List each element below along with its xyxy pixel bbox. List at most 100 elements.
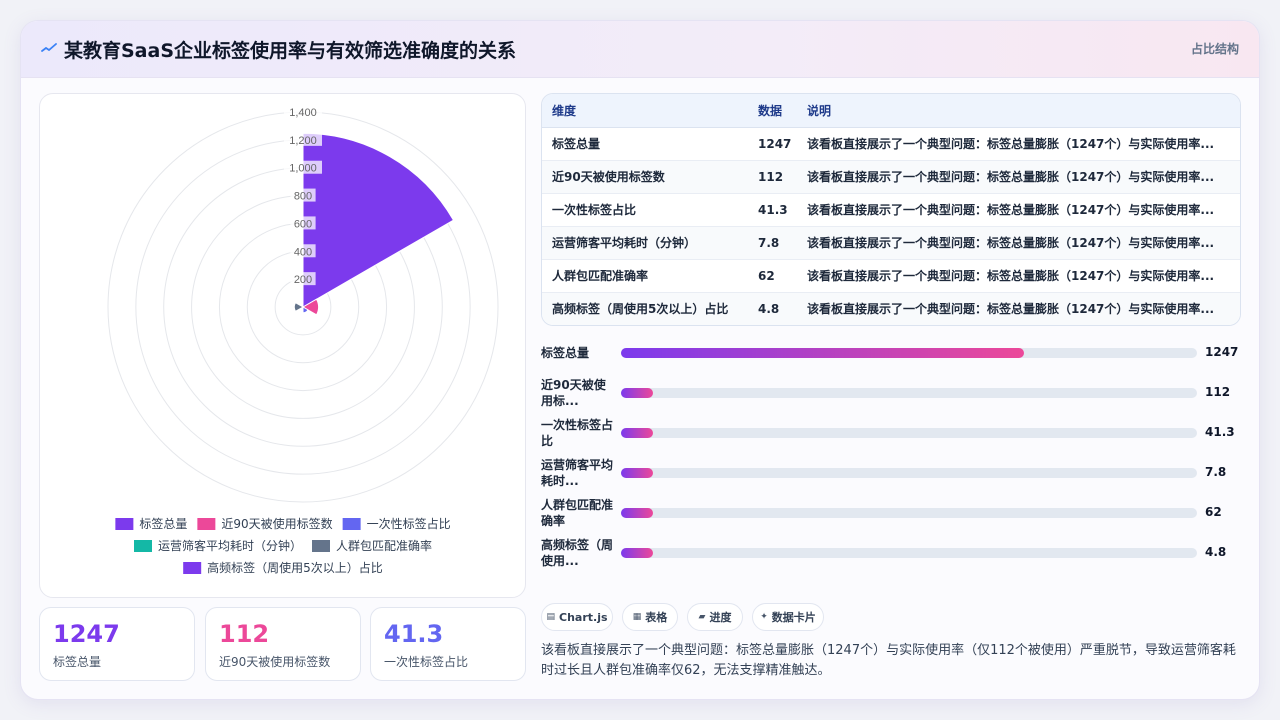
legend-label[interactable]: 标签总量	[139, 516, 187, 531]
legend-label[interactable]: 运营筛客平均耗时（分钟）	[158, 538, 302, 553]
legend-swatch[interactable]	[312, 540, 331, 552]
kpi-card: 1247 标签总量	[39, 607, 195, 681]
legend-swatch[interactable]	[133, 540, 152, 552]
legend-label[interactable]: 近90天被使用标签数	[221, 516, 332, 531]
chip-datacard[interactable]: ✦ 数据卡片	[752, 603, 824, 631]
progress-label: 人群包匹配准 确率	[541, 498, 614, 528]
chip-table[interactable]: ▦ 表格	[622, 603, 678, 631]
dashboard-card: 某教育SaaS企业标签使用率与有效筛选准确度的关系 占比结构 200 400 600…	[20, 20, 1260, 700]
tick-label: 800	[294, 191, 312, 203]
column-header: 维度	[542, 94, 748, 128]
tick-label: 400	[294, 246, 312, 258]
table-header-row: 维度 数据 说明	[542, 94, 1240, 128]
polar-chart-panel: 200 400 600 800 1,000 1,200 1,400 标签总量 近90天被使用标签…	[39, 93, 526, 598]
table-icon: ▦	[632, 612, 642, 622]
progress-track	[621, 428, 1197, 438]
polar-sector[interactable]	[301, 305, 304, 308]
table-cell: 标签总量	[542, 127, 748, 161]
progress-fill	[621, 548, 653, 558]
table-cell: 该看板直接展示了一个典型问题：标签总量膨胀（1247个）与实际使用率...	[797, 127, 1240, 161]
tick-label: 600	[294, 218, 312, 230]
sparkline-icon	[41, 43, 57, 52]
progress-row: 高频标签（周 使用... 4.8	[541, 533, 1241, 573]
progress-track	[621, 508, 1197, 518]
table-row[interactable]: 运营筛客平均耗时（分钟） 7.8 该看板直接展示了一个典型问题：标签总量膨胀（124…	[542, 226, 1240, 260]
view-tag[interactable]: 占比结构	[1191, 40, 1239, 57]
progress-value: 1247	[1205, 345, 1239, 359]
summary-text: 该看板直接展示了一个典型问题：标签总量膨胀（1247个）与实际使用率（仅112个…	[541, 643, 1236, 678]
table-cell: 该看板直接展示了一个典型问题：标签总量膨胀（1247个）与实际使用率...	[797, 292, 1240, 325]
table-cell: 4.8	[748, 292, 797, 325]
table-row[interactable]: 人群包匹配准确率 62 该看板直接展示了一个典型问题：标签总量膨胀（1247个）与实…	[542, 259, 1240, 293]
legend-swatch[interactable]	[115, 518, 134, 530]
chip-label: 表格	[645, 611, 668, 624]
progress-row: 人群包匹配准 确率 62	[541, 493, 1241, 533]
legend-swatch[interactable]	[342, 518, 361, 530]
column-header: 说明	[797, 94, 1240, 128]
progress-label: 高频标签（周 使用...	[541, 538, 614, 568]
page-title: 某教育SaaS企业标签使用率与有效筛选准确度的关系	[64, 40, 517, 62]
legend-label[interactable]: 高频标签（周使用5次以上）占比	[207, 560, 383, 575]
progress-label: 运营筛客平均 耗时...	[541, 458, 614, 488]
table-row[interactable]: 一次性标签占比 41.3 该看板直接展示了一个典型问题：标签总量膨胀（1247个）与…	[542, 193, 1240, 227]
progress-track	[621, 348, 1197, 358]
table-cell: 112	[748, 160, 797, 194]
chip-progress[interactable]: ▰ 进度	[687, 603, 743, 631]
kpi-value: 41.3	[384, 620, 444, 648]
table-cell: 运营筛客平均耗时（分钟）	[542, 226, 748, 260]
table-cell: 一次性标签占比	[542, 193, 748, 227]
kpi-card: 112 近90天被使用标签数	[205, 607, 361, 681]
table-cell: 人群包匹配准确率	[542, 259, 748, 293]
table-cell: 该看板直接展示了一个典型问题：标签总量膨胀（1247个）与实际使用率...	[797, 259, 1240, 293]
kpi-label: 近90天被使用标签数	[219, 655, 331, 669]
progress-row: 标签总量 1247	[541, 333, 1241, 373]
table-cell: 高频标签（周使用5次以上）占比	[542, 292, 748, 325]
progress-value: 62	[1205, 505, 1222, 519]
table-cell: 41.3	[748, 193, 797, 227]
legend-label[interactable]: 人群包匹配准确率	[336, 538, 432, 553]
progress-label: 近90天被使 用标...	[541, 378, 606, 408]
progress-track	[621, 468, 1197, 478]
polar-sector[interactable]	[293, 301, 305, 313]
progress-value: 7.8	[1205, 465, 1227, 479]
progress-track	[621, 548, 1197, 558]
table-cell: 该看板直接展示了一个典型问题：标签总量膨胀（1247个）与实际使用率...	[797, 193, 1240, 227]
table-cell: 该看板直接展示了一个典型问题：标签总量膨胀（1247个）与实际使用率...	[797, 226, 1240, 260]
chip-label: 进度	[709, 611, 732, 624]
table-cell: 62	[748, 259, 797, 293]
tick-label: 1,200	[289, 135, 317, 147]
table-row[interactable]: 高频标签（周使用5次以上）占比 4.8 该看板直接展示了一个典型问题：标签总量膨胀（…	[542, 292, 1240, 325]
progress-bars: 标签总量 1247 近90天被使 用标... 112 一次性标签占比 41.3 运营筛客平均耗…	[541, 333, 1241, 568]
progress-label: 标签总量	[541, 346, 590, 360]
progress-fill	[621, 508, 653, 518]
kpi-card: 41.3 一次性标签占比	[370, 607, 526, 681]
kpi-value: 112	[219, 620, 270, 648]
sparkle-icon: ✦	[760, 612, 768, 622]
legend-swatch[interactable]	[183, 562, 202, 574]
progress-row: 近90天被使 用标... 112	[541, 373, 1241, 413]
progress-value: 4.8	[1205, 545, 1227, 559]
table-cell: 1247	[748, 127, 797, 161]
chart-icon: ▤	[546, 612, 555, 622]
progress-fill	[621, 428, 653, 438]
polar-area-chart: 200 400 600 800 1,000 1,200 1,400 标签总量 近90天被使用标签…	[107, 105, 499, 575]
chip-label: Chart.js	[559, 610, 608, 624]
table-row[interactable]: 近90天被使用标签数 112 该看板直接展示了一个典型问题：标签总量膨胀（1247个…	[542, 160, 1240, 194]
progress-fill	[621, 348, 1025, 358]
progress-fill	[621, 468, 653, 478]
chip-label: 数据卡片	[771, 611, 816, 624]
header: 某教育SaaS企业标签使用率与有效筛选准确度的关系 占比结构	[21, 21, 1259, 78]
tick-label: 200	[294, 274, 312, 286]
kpi-value: 1247	[53, 620, 120, 648]
chip-chartjs[interactable]: ▤ Chart.js	[541, 603, 613, 631]
legend-swatch[interactable]	[197, 518, 216, 530]
table-cell: 近90天被使用标签数	[542, 160, 748, 194]
progress-label: 一次性标签占比	[541, 418, 614, 448]
progress-icon: ▰	[698, 612, 706, 622]
legend-label[interactable]: 一次性标签占比	[367, 516, 451, 531]
kpi-label: 一次性标签占比	[384, 655, 469, 669]
table-row[interactable]: 标签总量 1247 该看板直接展示了一个典型问题：标签总量膨胀（1247个）与实际使…	[542, 127, 1240, 161]
progress-fill	[621, 388, 653, 398]
table-cell: 该看板直接展示了一个典型问题：标签总量膨胀（1247个）与实际使用率...	[797, 160, 1240, 194]
progress-row: 运营筛客平均 耗时... 7.8	[541, 453, 1241, 493]
